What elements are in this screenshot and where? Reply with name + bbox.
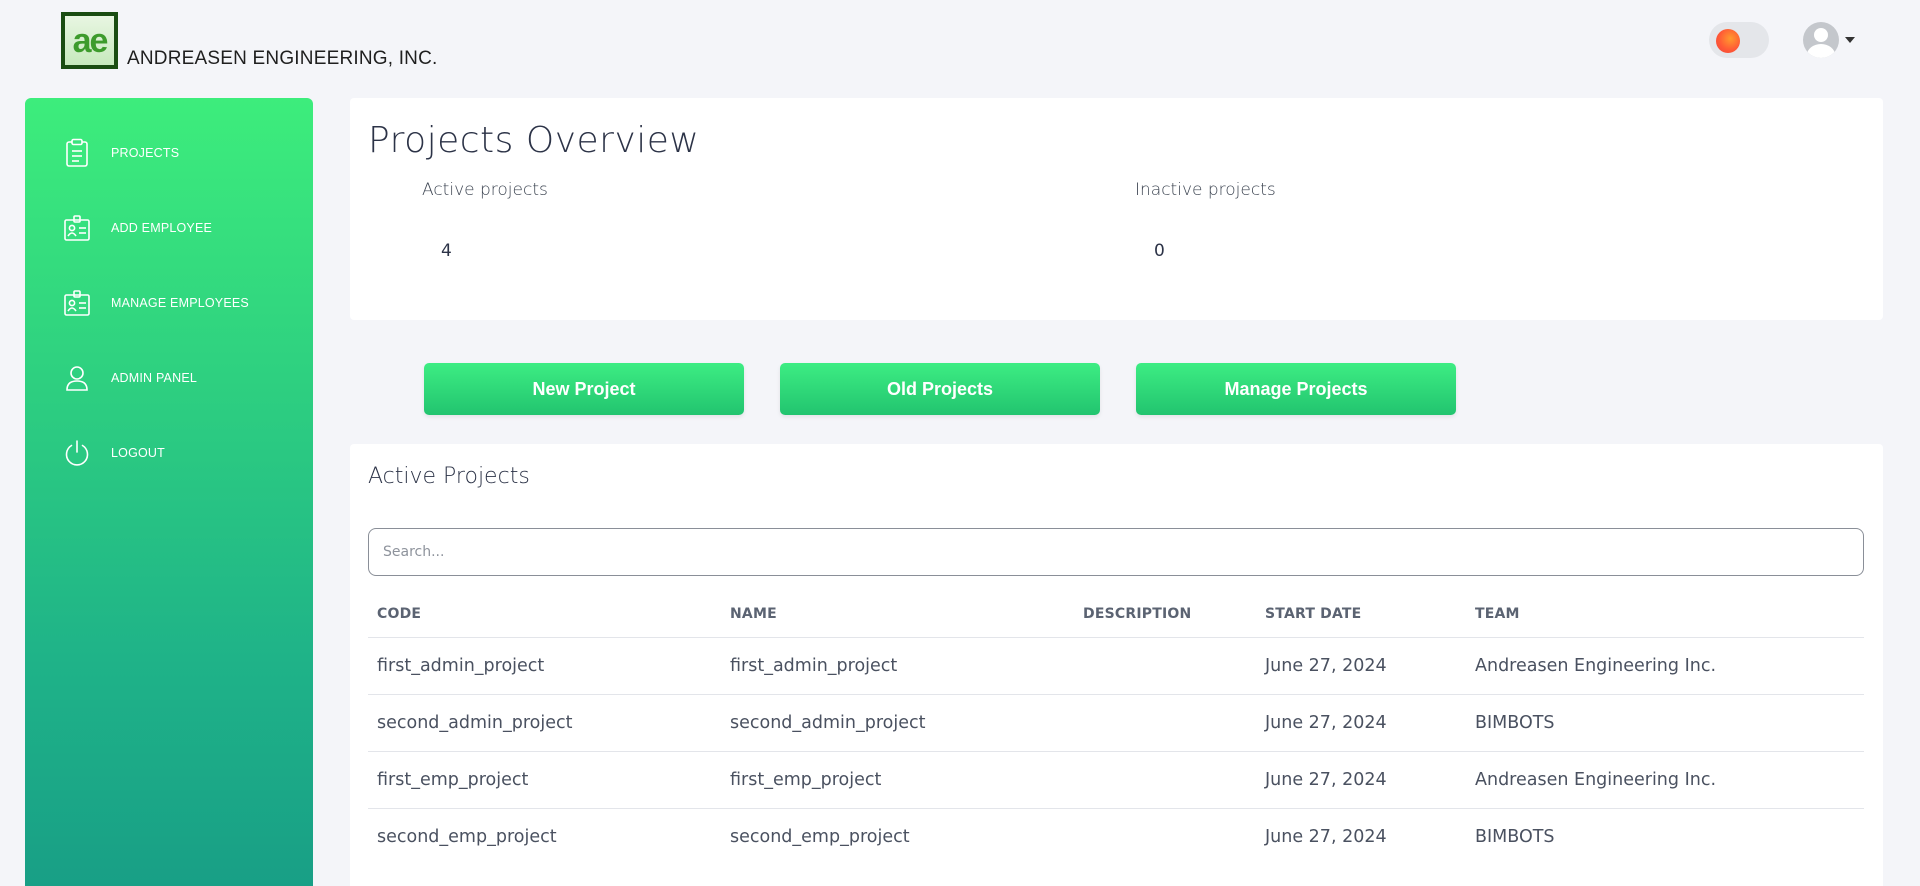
cell-team: BIMBOTS bbox=[1475, 827, 1555, 847]
cell-start-date: June 27, 2024 bbox=[1265, 827, 1387, 847]
sidebar-item-projects[interactable]: PROJECTS bbox=[25, 123, 313, 183]
avatar[interactable] bbox=[1803, 22, 1839, 58]
search-input[interactable] bbox=[368, 528, 1864, 576]
column-header-start-date[interactable]: START DATE bbox=[1265, 606, 1361, 622]
cell-code: second_emp_project bbox=[377, 827, 557, 847]
cell-code: first_emp_project bbox=[377, 770, 529, 790]
clipboard-icon bbox=[61, 137, 93, 169]
page-title: Projects Overview bbox=[368, 120, 700, 161]
cell-name: first_emp_project bbox=[730, 770, 882, 790]
table-header: CODE NAME DESCRIPTION START DATE TEAM bbox=[368, 590, 1864, 638]
sidebar-item-admin-panel[interactable]: ADMIN PANEL bbox=[25, 348, 313, 408]
power-icon bbox=[61, 437, 93, 469]
cell-start-date: June 27, 2024 bbox=[1265, 713, 1387, 733]
table-row[interactable]: first_emp_project first_emp_project June… bbox=[368, 752, 1864, 809]
manage-projects-button[interactable]: Manage Projects bbox=[1136, 363, 1456, 415]
theme-toggle-knob bbox=[1716, 29, 1740, 53]
column-header-description[interactable]: DESCRIPTION bbox=[1083, 606, 1191, 622]
new-project-button[interactable]: New Project bbox=[424, 363, 744, 415]
table-row[interactable]: second_emp_project second_emp_project Ju… bbox=[368, 809, 1864, 866]
active-projects-card: Active Projects CODE NAME DESCRIPTION ST… bbox=[350, 444, 1883, 886]
old-projects-button[interactable]: Old Projects bbox=[780, 363, 1100, 415]
company-logo[interactable]: ae bbox=[61, 12, 118, 69]
sidebar-item-label: ADD EMPLOYEE bbox=[111, 221, 213, 235]
sidebar-item-label: PROJECTS bbox=[111, 146, 180, 160]
cell-name: first_admin_project bbox=[730, 656, 898, 676]
sidebar-item-label: MANAGE EMPLOYEES bbox=[111, 296, 249, 310]
sidebar-item-logout[interactable]: LOGOUT bbox=[25, 423, 313, 483]
cell-team: Andreasen Engineering Inc. bbox=[1475, 770, 1717, 790]
projects-overview-card: Projects Overview Active projects 4 Inac… bbox=[350, 98, 1883, 320]
sidebar-item-manage-employees[interactable]: MANAGE EMPLOYEES bbox=[25, 273, 313, 333]
inactive-projects-label: Inactive projects bbox=[1135, 180, 1276, 200]
cell-name: second_admin_project bbox=[730, 713, 926, 733]
theme-toggle[interactable] bbox=[1709, 22, 1769, 58]
id-card-icon bbox=[61, 287, 93, 319]
cell-team: BIMBOTS bbox=[1475, 713, 1555, 733]
cell-code: first_admin_project bbox=[377, 656, 545, 676]
user-menu[interactable] bbox=[1803, 22, 1855, 58]
column-header-team[interactable]: TEAM bbox=[1475, 606, 1520, 622]
user-icon bbox=[61, 362, 93, 394]
company-name: ANDREASEN ENGINEERING, INC. bbox=[127, 48, 438, 69]
table-row[interactable]: first_admin_project first_admin_project … bbox=[368, 638, 1864, 695]
cell-start-date: June 27, 2024 bbox=[1265, 656, 1387, 676]
active-projects-label: Active projects bbox=[422, 180, 548, 200]
cell-start-date: June 27, 2024 bbox=[1265, 770, 1387, 790]
cell-team: Andreasen Engineering Inc. bbox=[1475, 656, 1717, 676]
sidebar: PROJECTS ADD EMPLOYEE MANAGE EMPLOYEES A… bbox=[25, 98, 313, 886]
chevron-down-icon[interactable] bbox=[1845, 37, 1855, 43]
cell-code: second_admin_project bbox=[377, 713, 573, 733]
logo-text: ae bbox=[65, 16, 114, 65]
inactive-projects-count: 0 bbox=[1154, 241, 1165, 261]
column-header-name[interactable]: NAME bbox=[730, 606, 777, 622]
column-header-code[interactable]: CODE bbox=[377, 606, 421, 622]
sidebar-item-label: LOGOUT bbox=[111, 446, 165, 460]
projects-table: CODE NAME DESCRIPTION START DATE TEAM fi… bbox=[368, 590, 1864, 866]
section-title: Active Projects bbox=[368, 464, 530, 489]
sidebar-item-label: ADMIN PANEL bbox=[111, 371, 198, 385]
sidebar-item-add-employee[interactable]: ADD EMPLOYEE bbox=[25, 198, 313, 258]
active-projects-count: 4 bbox=[441, 241, 452, 261]
cell-name: second_emp_project bbox=[730, 827, 910, 847]
table-row[interactable]: second_admin_project second_admin_projec… bbox=[368, 695, 1864, 752]
id-card-icon bbox=[61, 212, 93, 244]
